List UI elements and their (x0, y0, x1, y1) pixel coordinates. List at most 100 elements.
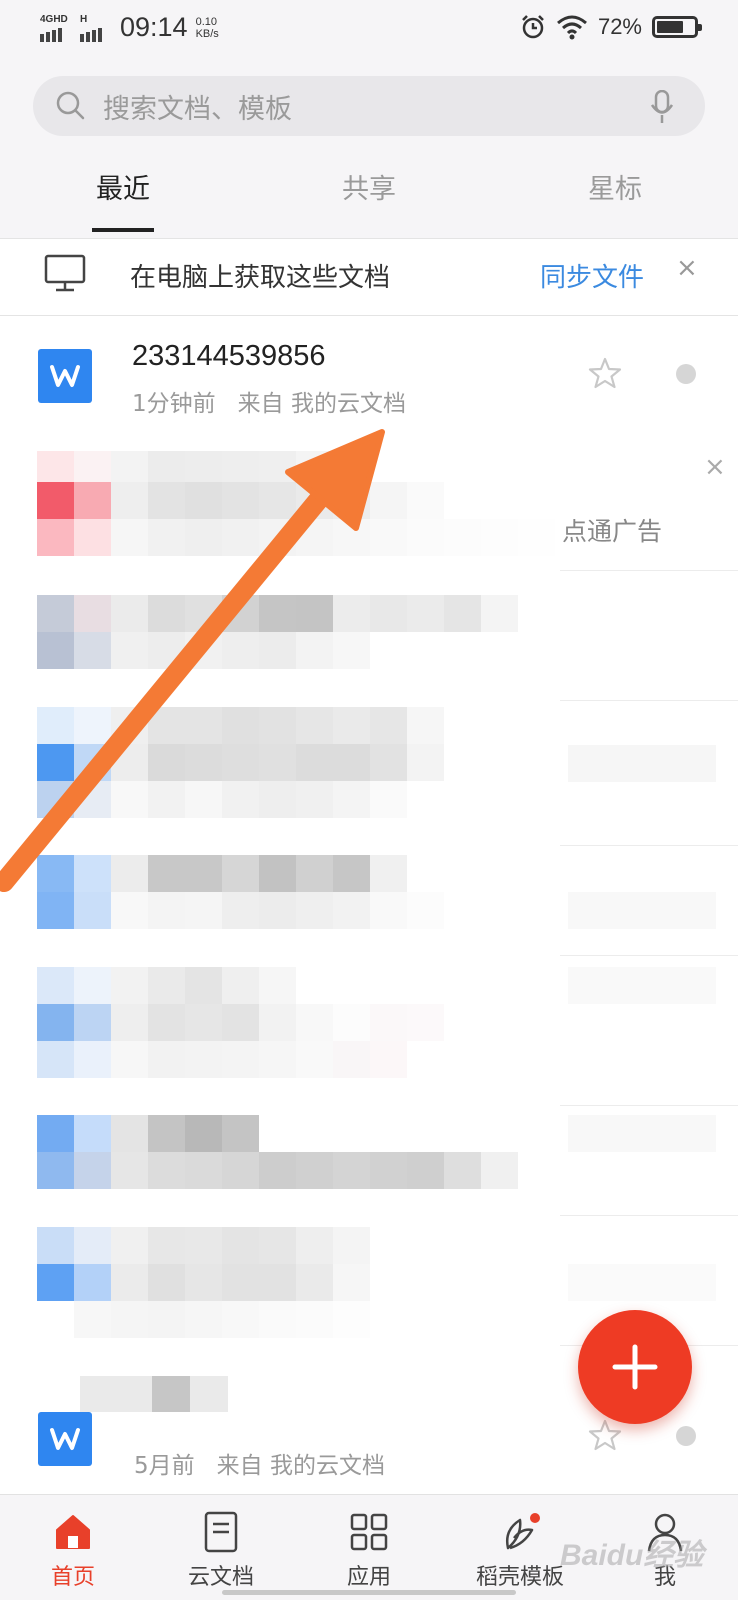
blur-pixel (333, 707, 370, 744)
blur-pixel (222, 781, 259, 818)
more-options-dot[interactable] (676, 1426, 696, 1446)
blur-pixel (333, 595, 370, 632)
word-doc-icon (38, 349, 92, 403)
blur-pixel (37, 1227, 74, 1264)
word-doc-icon (38, 1412, 92, 1466)
blur-pixel (296, 519, 333, 556)
document-title: 233144539856 (132, 340, 326, 372)
blur-pixel (296, 1004, 333, 1041)
document-source: 来自 我的云文档 (216, 1453, 385, 1479)
blur-pixel (407, 595, 444, 632)
microphone-icon[interactable] (651, 90, 673, 124)
blur-pixel (111, 855, 148, 892)
blur-pixel (37, 781, 74, 818)
blur-divider (560, 1215, 738, 1216)
tab-starred[interactable]: 星标 (550, 168, 680, 212)
blur-pixel (222, 1004, 259, 1041)
blur-pixel (296, 781, 333, 818)
blur-pixel (444, 519, 481, 556)
blur-pixel (37, 1264, 74, 1301)
blur-pixel (37, 482, 74, 519)
document-time: 1分钟前 (132, 391, 216, 417)
blur-pixel (296, 482, 333, 519)
battery-icon (652, 16, 702, 38)
document-time: 5月前 (134, 1453, 195, 1479)
blur-pixel (679, 1264, 716, 1301)
more-options-dot[interactable] (676, 364, 696, 384)
blur-pixel (259, 1004, 296, 1041)
blur-pixel (259, 632, 296, 669)
document-meta: 1分钟前 来自 我的云文档 (132, 384, 406, 418)
blur-pixel (111, 1152, 148, 1189)
star-icon[interactable] (588, 356, 622, 390)
blur-pixel (222, 892, 259, 929)
blur-pixel (185, 744, 222, 781)
blur-divider (560, 1105, 738, 1106)
nav-home[interactable]: 首页 (18, 1509, 128, 1591)
blur-pixel (222, 967, 259, 1004)
blur-pixel (370, 744, 407, 781)
network-type-label-2: H (80, 13, 88, 25)
sync-banner-text: 在电脑上获取这些文档 (130, 263, 391, 293)
blur-pixel (185, 519, 222, 556)
blur-pixel (679, 892, 716, 929)
blur-pixel (222, 707, 259, 744)
list-item[interactable]: 233144539856 1分钟前 来自 我的云文档 (0, 316, 738, 448)
blur-pixel (568, 1264, 605, 1301)
blur-pixel (185, 855, 222, 892)
blur-pixel (37, 744, 74, 781)
sync-banner-close-icon[interactable]: × (676, 253, 698, 283)
tab-shared[interactable]: 共享 (304, 168, 434, 212)
tab-recent[interactable]: 最近 (58, 168, 188, 212)
blur-pixel (370, 482, 407, 519)
blur-pixel (148, 855, 185, 892)
blur-pixel (333, 482, 370, 519)
blur-pixel (74, 707, 111, 744)
blur-pixel (407, 482, 444, 519)
notification-badge (530, 1513, 540, 1523)
document-icon (204, 1511, 238, 1553)
search-icon (56, 91, 85, 120)
blur-pixel (370, 1041, 407, 1078)
blur-pixel (74, 744, 111, 781)
blur-pixel (568, 745, 605, 782)
blur-pixel (518, 519, 555, 556)
ad-close-icon[interactable]: × (704, 452, 726, 482)
nav-cloud-docs-label: 云文档 (187, 1565, 254, 1590)
nav-home-label: 首页 (50, 1565, 95, 1590)
blur-pixel (185, 1004, 222, 1041)
search-input[interactable]: 搜索文档、模板 (33, 76, 705, 136)
sync-files-button[interactable]: 同步文件 (540, 257, 644, 294)
sync-banner: 在电脑上获取这些文档 同步文件 × (0, 238, 738, 316)
blur-pixel (148, 967, 185, 1004)
monitor-icon (44, 254, 86, 292)
blur-pixel (74, 1152, 111, 1189)
blur-pixel (148, 1041, 185, 1078)
blur-pixel (296, 595, 333, 632)
blur-pixel (37, 707, 74, 744)
blur-pixel (74, 1004, 111, 1041)
blur-pixel (111, 1041, 148, 1078)
nav-cloud-docs[interactable]: 云文档 (166, 1509, 276, 1591)
blur-pixel (111, 781, 148, 818)
blur-pixel (259, 1227, 296, 1264)
blur-pixel (185, 1041, 222, 1078)
blur-pixel (605, 745, 642, 782)
star-icon[interactable] (588, 1418, 622, 1452)
blur-pixel (222, 1264, 259, 1301)
blur-pixel (296, 892, 333, 929)
blurred-title-pixel (152, 1376, 190, 1412)
blur-pixel (642, 1264, 679, 1301)
blur-pixel (370, 1004, 407, 1041)
nav-apps[interactable]: 应用 (314, 1509, 424, 1591)
blur-pixel (605, 892, 642, 929)
blur-pixel (74, 892, 111, 929)
document-source: 来自 我的云文档 (237, 391, 406, 417)
blur-pixel (296, 1041, 333, 1078)
blur-pixel (333, 1301, 370, 1338)
blur-pixel (642, 1115, 679, 1152)
blur-pixel (259, 892, 296, 929)
status-bar: 4GHD H 09:14 0.10 KB/s 72% (0, 0, 738, 58)
blur-pixel (74, 1301, 111, 1338)
new-document-button[interactable] (578, 1310, 692, 1424)
